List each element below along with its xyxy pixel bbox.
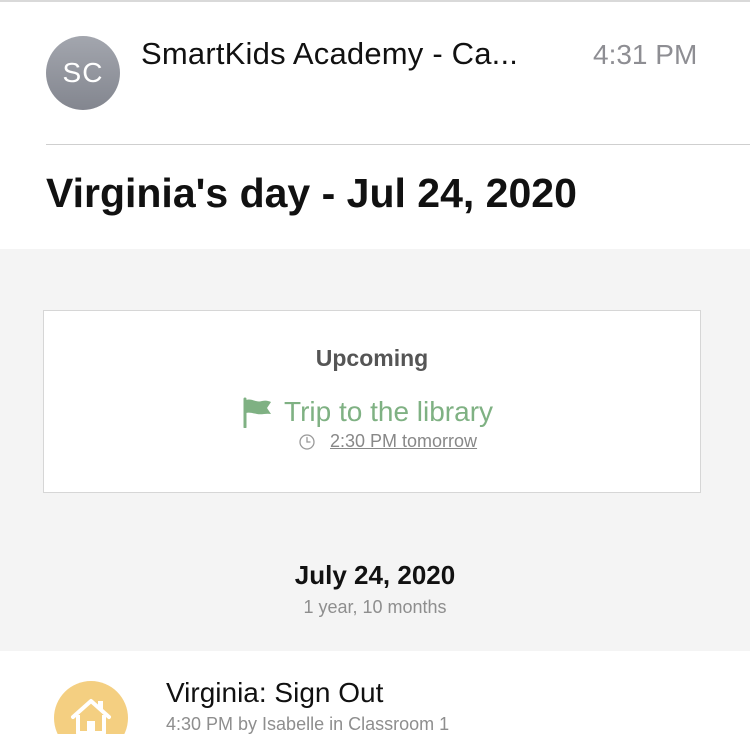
clock-icon xyxy=(299,433,315,450)
flag-icon xyxy=(243,397,271,428)
day-date: July 24, 2020 xyxy=(294,560,456,590)
report-body: Upcoming Trip to the library 2:30 PM tom… xyxy=(0,249,750,651)
upcoming-title: Upcoming xyxy=(315,345,429,371)
activity-icon-badge xyxy=(54,681,128,734)
activity-title: Virginia: Sign Out xyxy=(166,677,384,708)
activity-meta: 4:30 PM by Isabelle in Classroom 1 xyxy=(166,714,450,734)
message-time: 4:31 PM xyxy=(593,39,698,70)
divider xyxy=(46,144,750,145)
event-time-link[interactable]: 2:30 PM tomorrow xyxy=(330,431,477,452)
event-title[interactable]: Trip to the library xyxy=(284,396,493,428)
home-icon xyxy=(71,699,111,734)
upcoming-event[interactable]: Trip to the library xyxy=(240,395,493,429)
event-time-row: 2:30 PM tomorrow xyxy=(298,431,477,452)
message-header: SC SmartKids Academy - Ca... 4:31 PM xyxy=(0,2,750,144)
child-age: 1 year, 10 months xyxy=(303,597,447,617)
sender-name[interactable]: SmartKids Academy - Ca... xyxy=(141,36,518,72)
message-subject: Virginia's day - Jul 24, 2020 xyxy=(46,170,577,216)
upcoming-card: Upcoming Trip to the library 2:30 PM tom… xyxy=(43,310,701,493)
avatar[interactable]: SC xyxy=(46,36,120,110)
activity-item[interactable]: Virginia: Sign Out 4:30 PM by Isabelle i… xyxy=(0,651,750,734)
